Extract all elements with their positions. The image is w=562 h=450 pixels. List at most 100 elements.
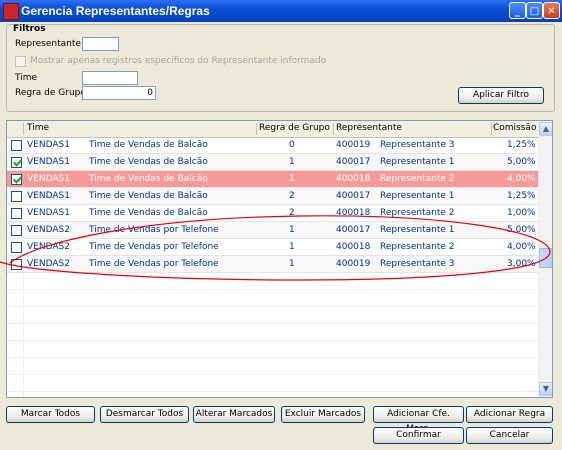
- representante-label: Representante: [15, 39, 81, 49]
- empty-row: [7, 375, 538, 392]
- minimize-button[interactable]: _: [509, 2, 526, 19]
- cell-comissao: 3,00%: [507, 259, 536, 269]
- cell-rep-code: 400018: [336, 174, 371, 184]
- cell-comissao: 1,25%: [507, 140, 536, 150]
- close-button[interactable]: ✕: [543, 2, 560, 19]
- cell-rep-name: Representante 1: [380, 157, 455, 167]
- cell-comissao: 1,00%: [507, 208, 536, 218]
- row-checkbox[interactable]: [11, 242, 22, 253]
- title-bar[interactable]: Gerencia Representantes/Regras _ □ ✕: [0, 0, 562, 22]
- row-checkbox[interactable]: [11, 157, 22, 168]
- cell-code: VENDAS1: [27, 191, 70, 201]
- confirmar-button[interactable]: Confirmar: [373, 427, 464, 444]
- rules-grid[interactable]: Time Regra de Grupo Representante Comiss…: [6, 120, 553, 398]
- cell-name: Time de Vendas de Balcão: [89, 191, 208, 201]
- cell-rep-name: Representante 1: [380, 225, 455, 235]
- column-representante[interactable]: Representante: [336, 123, 402, 133]
- time-input[interactable]: [82, 71, 138, 85]
- cell-code: VENDAS1: [27, 208, 70, 218]
- table-row[interactable]: VENDAS2 Time de Vendas por Telefone 1 40001…: [7, 256, 538, 273]
- cell-name: Time de Vendas por Telefone: [89, 242, 219, 252]
- scroll-thumb[interactable]: [539, 248, 552, 268]
- column-time[interactable]: Time: [27, 123, 49, 133]
- cancelar-button[interactable]: Cancelar: [466, 427, 553, 444]
- cell-regra: 1: [289, 225, 295, 235]
- cell-rep-name: Representante 2: [380, 242, 455, 252]
- empty-row: [7, 307, 538, 324]
- vertical-scrollbar[interactable]: ▲ ▼: [538, 121, 552, 397]
- table-row[interactable]: VENDAS1 Time de Vendas de Balcão 1 400018 Re…: [7, 171, 538, 188]
- filters-title: Filtros: [13, 24, 46, 34]
- empty-row: [7, 392, 538, 397]
- column-regra[interactable]: Regra de Grupo: [259, 123, 330, 133]
- cell-comissao: 4,00%: [507, 174, 536, 184]
- cell-rep-code: 400018: [336, 208, 371, 218]
- table-row[interactable]: VENDAS2 Time de Vendas por Telefone 1 40001…: [7, 239, 538, 256]
- representante-input[interactable]: [82, 37, 119, 51]
- cell-name: Time de Vendas de Balcão: [89, 140, 208, 150]
- row-checkbox[interactable]: [11, 259, 22, 270]
- table-row[interactable]: VENDAS1 Time de Vendas de Balcão 2 400017 Re…: [7, 188, 538, 205]
- cell-code: VENDAS2: [27, 259, 70, 269]
- cell-rep-code: 400019: [336, 259, 371, 269]
- cell-regra: 1: [289, 174, 295, 184]
- cell-name: Time de Vendas de Balcão: [89, 174, 208, 184]
- desmarcar-todos-button[interactable]: Desmarcar Todos: [100, 406, 189, 423]
- table-row[interactable]: VENDAS1 Time de Vendas de Balcão 2 400018 Re…: [7, 205, 538, 222]
- table-row[interactable]: VENDAS2 Time de Vendas por Telefone 1 40001…: [7, 222, 538, 239]
- scroll-down-button[interactable]: ▼: [539, 382, 552, 396]
- table-row[interactable]: VENDAS1 Time de Vendas de Balcão 1 400017 Re…: [7, 154, 538, 171]
- empty-row: [7, 341, 538, 358]
- grid-header: Time Regra de Grupo Representante Comiss…: [7, 121, 538, 138]
- cell-rep-code: 400017: [336, 225, 371, 235]
- app-icon: [3, 3, 19, 20]
- cell-rep-code: 400017: [336, 191, 371, 201]
- apply-filter-button[interactable]: Aplicar Filtro: [458, 87, 544, 104]
- adicionar-regra-button[interactable]: Adicionar Regra: [466, 406, 553, 423]
- empty-row: [7, 290, 538, 307]
- window-title: Gerencia Representantes/Regras: [21, 4, 210, 18]
- column-comissao[interactable]: Comissão: [493, 123, 536, 133]
- cell-code: VENDAS2: [27, 242, 70, 252]
- table-row[interactable]: VENDAS1 Time de Vendas de Balcão 0 400019 Re…: [7, 137, 538, 154]
- cell-code: VENDAS1: [27, 140, 70, 150]
- cell-comissao: 5,00%: [507, 157, 536, 167]
- row-checkbox[interactable]: [11, 191, 22, 202]
- cell-name: Time de Vendas por Telefone: [89, 225, 219, 235]
- cell-rep-code: 400017: [336, 157, 371, 167]
- cell-regra: 0: [289, 140, 295, 150]
- cell-rep-name: Representante 3: [380, 259, 455, 269]
- cell-regra: 2: [289, 208, 295, 218]
- empty-row: [7, 358, 538, 375]
- regra-label: Regra de Grupo: [15, 88, 86, 98]
- cell-rep-name: Representante 3: [380, 140, 455, 150]
- excluir-marcados-button[interactable]: Excluir Marcados: [281, 406, 365, 423]
- cell-rep-code: 400018: [336, 242, 371, 252]
- row-checkbox[interactable]: [11, 208, 22, 219]
- cell-code: VENDAS1: [27, 174, 70, 184]
- maximize-button[interactable]: □: [526, 2, 543, 19]
- row-checkbox[interactable]: [11, 225, 22, 236]
- cell-rep-name: Representante 2: [380, 174, 455, 184]
- regra-input[interactable]: 0: [82, 86, 156, 100]
- cell-rep-name: Representante 2: [380, 208, 455, 218]
- scroll-up-button[interactable]: ▲: [539, 122, 552, 136]
- cell-regra: 1: [289, 157, 295, 167]
- cell-comissao: 1,25%: [507, 191, 536, 201]
- marcar-todos-button[interactable]: Marcar Todos: [6, 406, 95, 423]
- adicionar-cfe-marc-button[interactable]: Adicionar Cfe. Marc.: [373, 406, 464, 434]
- row-checkbox[interactable]: [11, 140, 22, 151]
- cell-code: VENDAS2: [27, 225, 70, 235]
- row-checkbox[interactable]: [11, 174, 22, 185]
- cell-comissao: 5,00%: [507, 225, 536, 235]
- time-label: Time: [15, 73, 38, 83]
- cell-regra: 1: [289, 242, 295, 252]
- filters-group: Filtros Representante Mostrar apenas reg…: [6, 24, 555, 112]
- cell-name: Time de Vendas por Telefone: [89, 259, 219, 269]
- alterar-marcados-button[interactable]: Alterar Marcados: [193, 406, 275, 423]
- empty-row: [7, 324, 538, 341]
- cell-regra: 2: [289, 191, 295, 201]
- only-rep-checkbox[interactable]: [15, 56, 26, 67]
- cell-name: Time de Vendas de Balcão: [89, 157, 208, 167]
- cell-rep-code: 400019: [336, 140, 371, 150]
